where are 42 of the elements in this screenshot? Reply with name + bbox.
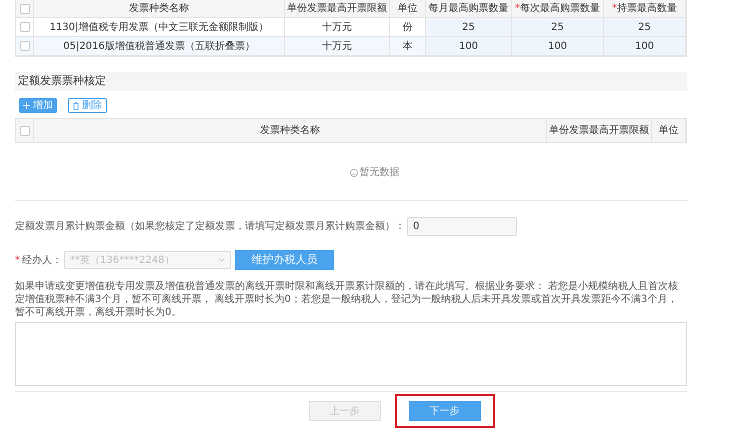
offline-note: 如果申请或变更增值税专用发票及增值税普通发票的离线开票时限和离线开票累计限额的，请在此填写。根据业务要求： 若您是小规模纳税人且首次核定增值税票种不满3个月，暂不可离线开票， 离线开票时长为0；若您是一般纳税人，登记为一般纳税人后未开具发票或首次开具发票距今不满3个月，暂不可离线开票，离线开票时长为0。 xyxy=(15,280,680,319)
table-cell: 100 xyxy=(512,37,604,55)
delete-button[interactable]: 删除 xyxy=(68,98,107,113)
required-mark: * xyxy=(612,2,617,16)
row-checkbox[interactable] xyxy=(20,126,30,136)
column-header: 单份发票最高开票限额 xyxy=(547,119,652,142)
column-header: 单位 xyxy=(398,2,418,16)
table-cell: 25 xyxy=(426,18,512,36)
table-cell: 十万元 xyxy=(285,37,390,55)
offline-input[interactable] xyxy=(15,322,687,386)
row-checkbox[interactable] xyxy=(20,41,30,51)
column-header: 发票种类名称 xyxy=(34,119,547,142)
required-mark: * xyxy=(15,254,20,268)
table-cell: 100 xyxy=(604,37,686,55)
required-mark: * xyxy=(515,2,520,16)
table-cell: 100 xyxy=(426,37,512,55)
trash-icon xyxy=(73,102,79,110)
chevron-down-icon xyxy=(219,258,225,262)
table-cell: 十万元 xyxy=(285,18,390,36)
agent-select[interactable]: **英（136****2248） xyxy=(64,251,231,269)
field-label: 定额发票月累计购票金额（如果您核定了定额发票，请填写定额发票月累计购票金额）： xyxy=(15,220,405,234)
column-header: 发票种类名称 xyxy=(129,2,189,16)
column-header: 单位 xyxy=(652,119,686,142)
column-header: 每次最高购票数量 xyxy=(520,2,600,16)
next-button[interactable]: 下一步 xyxy=(408,401,480,421)
column-header: 单份发票最高开票限额 xyxy=(287,2,387,16)
table-cell: 05|2016版增值税普通发票（五联折叠票） xyxy=(34,37,285,55)
maintain-staff-button[interactable]: 维护办税人员 xyxy=(235,250,334,270)
column-header: 持票最高数量 xyxy=(617,2,677,16)
section-header: 定额发票票种核定 xyxy=(15,72,687,91)
add-button[interactable]: 增加 xyxy=(19,98,57,113)
field-label: 经办人： xyxy=(22,254,62,268)
amount-field[interactable]: 0 xyxy=(407,217,517,236)
table-cell: 25 xyxy=(604,18,686,36)
empty-text: 暂无数据 xyxy=(360,166,400,180)
table-cell: 1130|增值税专用发票（中文三联无金额限制版） xyxy=(34,18,285,36)
column-header: 每月最高购票数量 xyxy=(428,2,508,16)
plus-icon xyxy=(23,102,30,109)
row-checkbox[interactable] xyxy=(20,4,30,14)
frown-face-icon xyxy=(350,168,358,176)
table-cell: 25 xyxy=(512,18,604,36)
row-checkbox[interactable] xyxy=(20,22,30,32)
